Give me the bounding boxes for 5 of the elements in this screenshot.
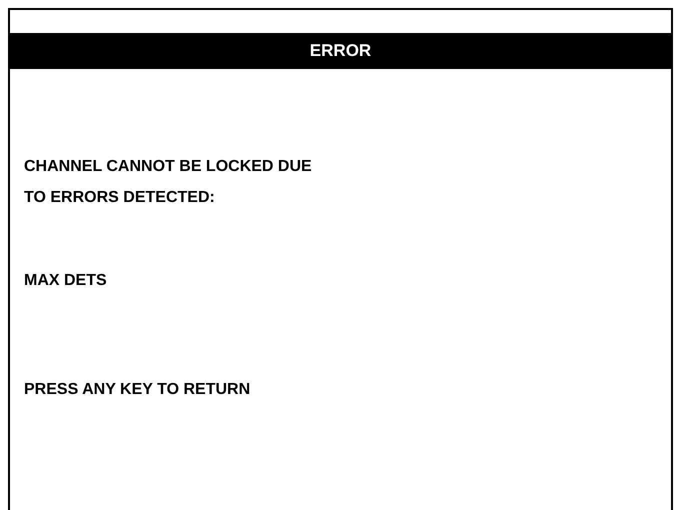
error-detail: MAX DETS bbox=[24, 271, 108, 291]
message-text: TO ERRORS DETECTED: bbox=[24, 188, 216, 208]
dialog-title: ERROR bbox=[10, 33, 671, 69]
prompt-text: PRESS ANY KEY TO RETURN bbox=[24, 380, 252, 400]
message-text: CHANNEL CANNOT BE LOCKED DUE bbox=[24, 157, 313, 177]
